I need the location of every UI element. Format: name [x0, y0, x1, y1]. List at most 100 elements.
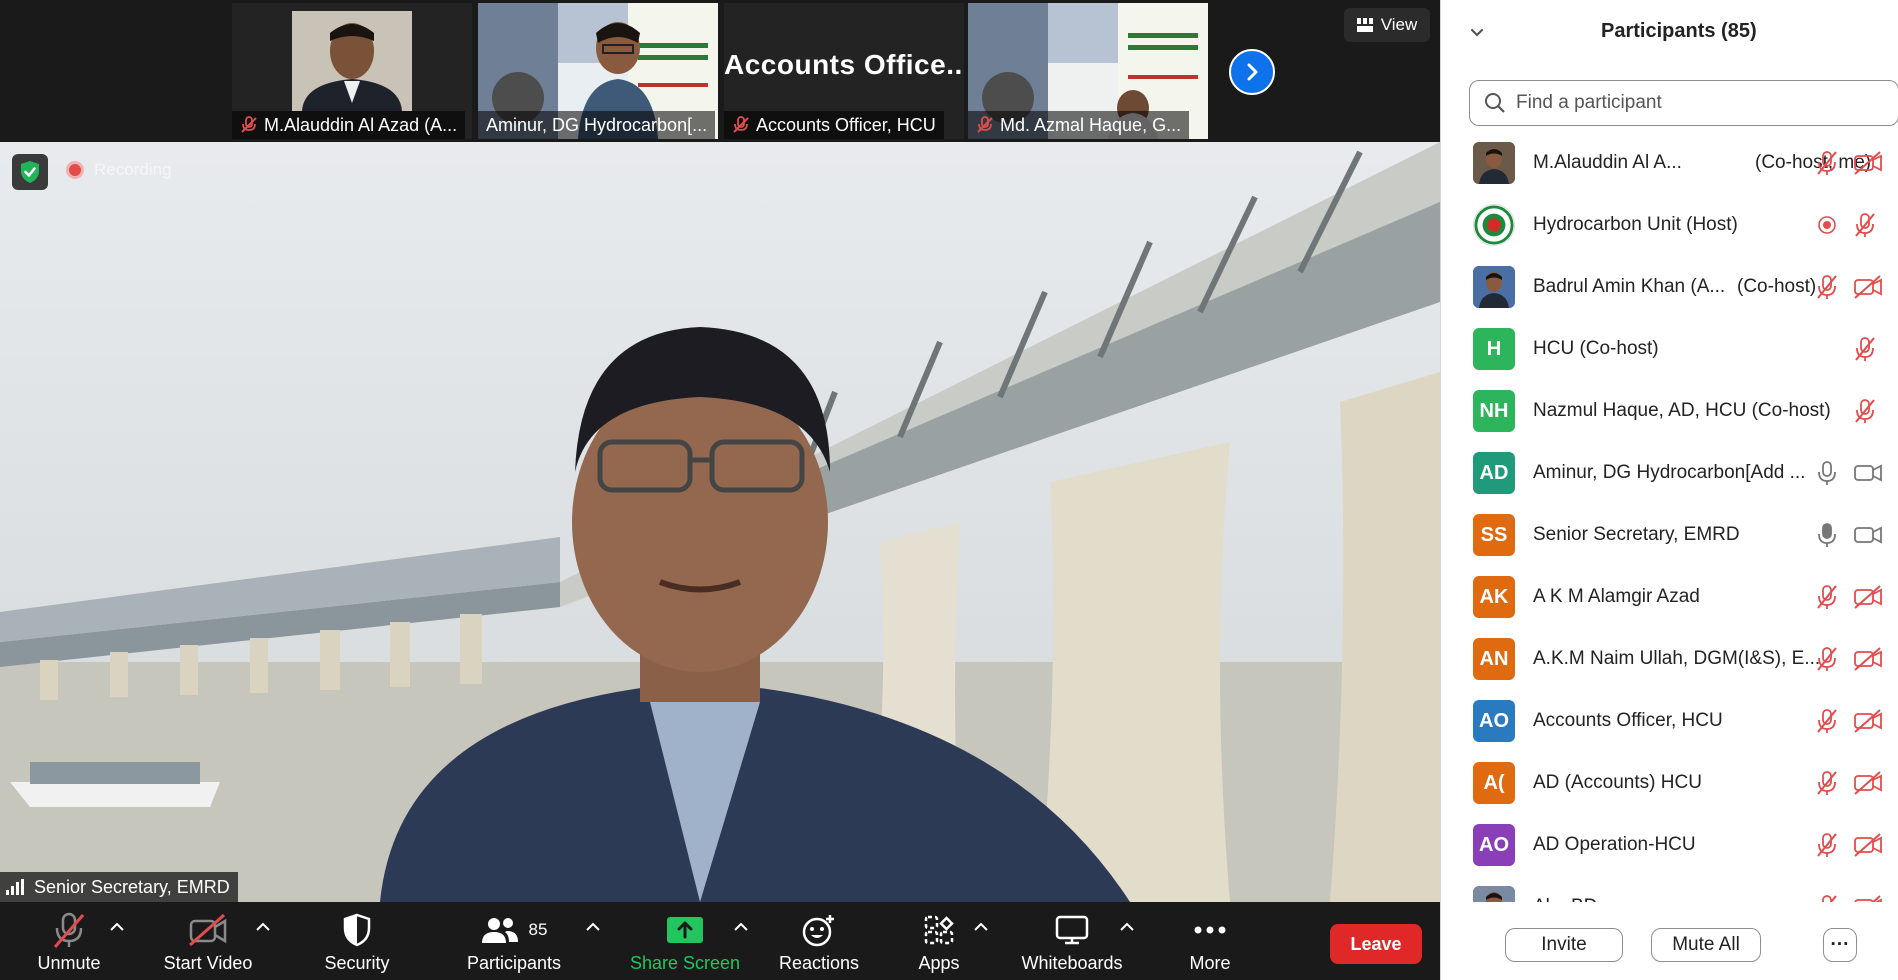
- meeting-area: M.Alauddin Al Azad (A... Aminur, DG Hydr…: [0, 0, 1440, 980]
- speaker-video-frame: [0, 142, 1440, 902]
- participant-name: Nazmul Haque, AD, HCU (Co-host): [1533, 400, 1831, 421]
- more-button[interactable]: More: [1186, 908, 1234, 978]
- video-off-icon[interactable]: [1853, 646, 1883, 672]
- participant-row[interactable]: A(AD (Accounts) HCU: [1441, 752, 1898, 814]
- video-off-icon[interactable]: [1853, 832, 1883, 858]
- speaker-name-label: Senior Secretary, EMRD: [0, 872, 238, 902]
- participant-name: A K M Alamgir Azad: [1533, 586, 1700, 607]
- start-video-button[interactable]: Start Video: [160, 908, 256, 978]
- share-screen-button[interactable]: Share Screen: [630, 908, 740, 978]
- share-screen-icon: [667, 917, 703, 943]
- avatar-initials: SS: [1473, 514, 1515, 556]
- thumbnail-name-label: Md. Azmal Haque, G...: [968, 111, 1190, 139]
- avatar-initials: AK: [1473, 576, 1515, 618]
- video-off-icon[interactable]: [1853, 770, 1883, 796]
- participants-options-chevron-icon[interactable]: [584, 920, 602, 934]
- mic-muted-icon[interactable]: [1853, 212, 1883, 238]
- mute-all-button[interactable]: Mute All: [1651, 928, 1761, 962]
- whiteboards-button[interactable]: Whiteboards: [1014, 908, 1130, 978]
- participant-row[interactable]: Al... BD: [1441, 876, 1898, 902]
- participant-row[interactable]: AO Accounts Officer, HCU: [1441, 690, 1898, 752]
- video-off-icon[interactable]: [1853, 894, 1883, 902]
- mic-muted-icon[interactable]: [1815, 584, 1839, 610]
- video-thumbnail[interactable]: Aminur, DG Hydrocarbon[...: [478, 3, 718, 139]
- view-button[interactable]: View: [1344, 8, 1430, 42]
- participant-row[interactable]: NH Nazmul Haque, AD, HCU (Co-host): [1441, 380, 1898, 442]
- apps-icon: [924, 915, 954, 945]
- shield-check-icon: [21, 161, 39, 183]
- video-thumbnail[interactable]: Md. Azmal Haque, G...: [968, 3, 1208, 139]
- apps-options-chevron-icon[interactable]: [972, 920, 990, 934]
- participant-row[interactable]: H HCU (Co-host): [1441, 318, 1898, 380]
- mic-muted-icon[interactable]: [1815, 150, 1839, 176]
- participants-count: 85: [528, 920, 548, 939]
- participant-row[interactable]: AN A.K.M Naim Ullah, DGM(I&S), E...: [1441, 628, 1898, 690]
- participants-icon: [481, 918, 518, 943]
- participant-row[interactable]: Hydrocarbon Unit (Host): [1441, 194, 1898, 256]
- panel-header: Participants (85): [1441, 0, 1898, 66]
- video-off-icon: [189, 913, 227, 947]
- mic-muted-icon[interactable]: [1815, 832, 1839, 858]
- more-label: More: [1189, 953, 1231, 973]
- reactions-button[interactable]: Reactions: [776, 908, 862, 978]
- participants-panel: Participants (85) M.Alauddin Al A...(Co-…: [1440, 0, 1898, 980]
- participant-row[interactable]: M.Alauddin Al A... (Co-host, me): [1441, 132, 1898, 194]
- panel-title: Participants (85): [1601, 20, 1757, 42]
- recording-label: Recording: [94, 160, 172, 179]
- whiteboards-options-chevron-icon[interactable]: [1118, 920, 1136, 934]
- search-input[interactable]: [1516, 92, 1876, 114]
- security-button[interactable]: Security: [320, 908, 394, 978]
- audio-options-chevron-icon[interactable]: [108, 920, 126, 934]
- video-off-icon[interactable]: [1853, 274, 1883, 300]
- emoji-reaction-icon: [802, 915, 834, 947]
- video-options-chevron-icon[interactable]: [254, 920, 272, 934]
- mic-muted-icon[interactable]: [1815, 894, 1839, 902]
- share-options-chevron-icon[interactable]: [732, 920, 750, 934]
- participants-button[interactable]: 85 Participants: [462, 908, 566, 978]
- participant-name: M.Alauddin Al A...: [1533, 152, 1682, 173]
- mic-muted-icon[interactable]: [1815, 274, 1839, 300]
- avatar-initials: AN: [1473, 638, 1515, 680]
- leave-button[interactable]: Leave: [1330, 924, 1422, 964]
- meeting-toolbar: Unmute Start Video Security 85 Participa…: [0, 902, 1440, 980]
- participant-row[interactable]: Badrul Amin Khan (A... (Co-host): [1441, 256, 1898, 318]
- share-screen-label: Share Screen: [629, 953, 741, 973]
- mic-active-icon[interactable]: [1815, 522, 1839, 548]
- participant-search[interactable]: [1469, 80, 1898, 126]
- mic-muted-icon[interactable]: [1815, 770, 1839, 796]
- shield-icon: [343, 913, 371, 947]
- participant-row[interactable]: AK A K M Alamgir Azad: [1441, 566, 1898, 628]
- avatar-photo: [1473, 266, 1515, 308]
- mic-icon[interactable]: [1815, 460, 1839, 486]
- encryption-shield-button[interactable]: [12, 154, 48, 190]
- next-page-button[interactable]: [1229, 49, 1275, 95]
- start-video-label: Start Video: [163, 953, 253, 973]
- video-off-icon[interactable]: [1853, 150, 1883, 176]
- video-thumbnail[interactable]: M.Alauddin Al Azad (A...: [232, 3, 472, 139]
- video-icon[interactable]: [1853, 460, 1883, 486]
- mic-muted-icon[interactable]: [1815, 708, 1839, 734]
- chevron-down-icon[interactable]: [1467, 22, 1487, 42]
- mic-muted-icon[interactable]: [1815, 646, 1839, 672]
- participant-row[interactable]: AD Aminur, DG Hydrocarbon[Add ...: [1441, 442, 1898, 504]
- avatar-photo: [1473, 142, 1515, 184]
- mic-muted-icon[interactable]: [1853, 398, 1883, 424]
- more-dots-icon: [1194, 926, 1226, 934]
- apps-button[interactable]: Apps: [906, 908, 972, 978]
- video-off-icon[interactable]: [1853, 708, 1883, 734]
- video-off-icon[interactable]: [1853, 584, 1883, 610]
- video-thumbnail[interactable]: Accounts Office... Accounts Officer, HCU: [724, 3, 964, 139]
- participant-name: Aminur, DG Hydrocarbon[Add ...: [1533, 462, 1806, 483]
- panel-more-button[interactable]: ···: [1823, 928, 1857, 962]
- recording-indicator[interactable]: Recording: [66, 160, 172, 180]
- grid-view-icon: [1356, 18, 1373, 32]
- participant-row[interactable]: SS Senior Secretary, EMRD: [1441, 504, 1898, 566]
- video-icon[interactable]: [1853, 522, 1883, 548]
- avatar-initials: A(: [1473, 762, 1515, 804]
- mic-muted-icon: [733, 116, 749, 133]
- participant-row[interactable]: AO AD Operation-HCU: [1441, 814, 1898, 876]
- recording-icon[interactable]: [1815, 212, 1839, 238]
- mic-muted-icon[interactable]: [1853, 336, 1883, 362]
- invite-button[interactable]: Invite: [1505, 928, 1623, 962]
- unmute-button[interactable]: Unmute: [34, 908, 104, 978]
